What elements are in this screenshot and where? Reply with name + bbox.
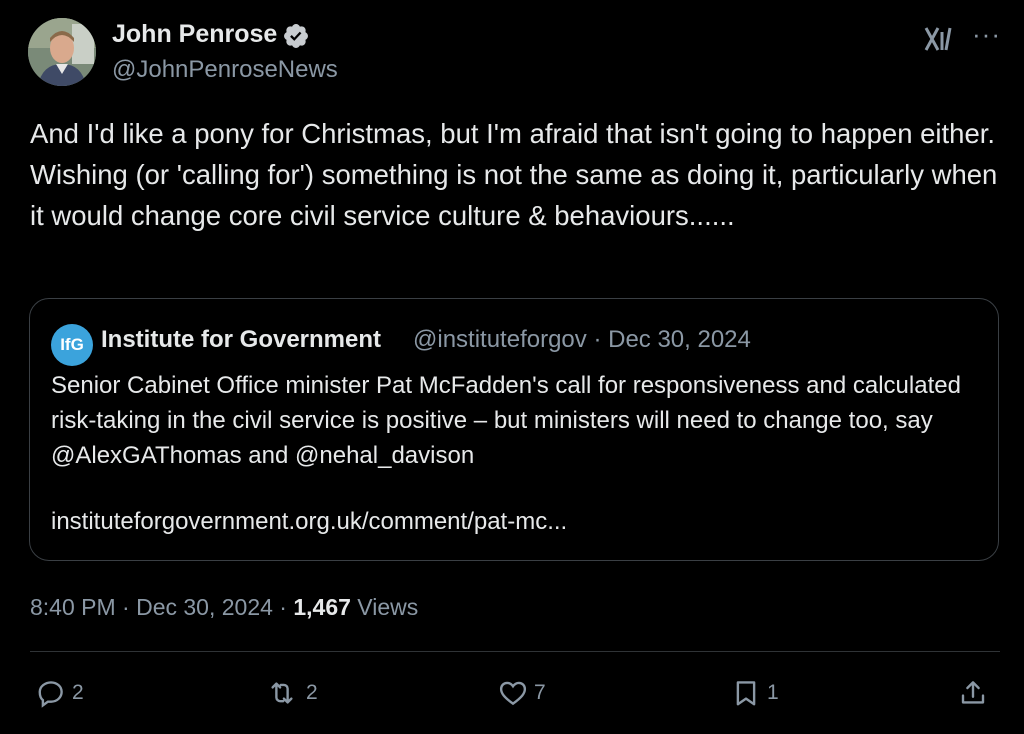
tweet-meta: 8:40 PM · Dec 30, 2024 · 1,467 Views [30,594,418,621]
more-options-icon[interactable]: ··· [972,21,1001,47]
x-logo-icon[interactable] [924,26,954,52]
tweet-text: And I'd like a pony for Christmas, but I… [30,118,998,231]
verified-badge-icon [284,24,308,48]
reply-icon [38,681,63,708]
share-button[interactable] [958,676,988,710]
repost-count: 2 [306,681,318,704]
bookmark-count: 1 [767,681,779,704]
quote-link[interactable]: instituteforgovernment.org.uk/comment/pa… [51,508,567,536]
timestamp[interactable]: 8:40 PM · Dec 30, 2024 · [30,594,293,620]
divider [30,651,1000,652]
author-handle[interactable]: @JohnPenroseNews [112,56,338,84]
like-count: 7 [534,681,546,704]
heart-icon [499,681,527,706]
quote-author-name: Institute for Government [101,326,382,353]
avatar-image [28,18,96,86]
reply-count: 2 [72,681,84,704]
reply-button[interactable]: 2 [36,676,84,710]
bookmark-button[interactable]: 1 [731,676,779,710]
repost-icon [271,682,293,704]
quote-meta: @instituteforgov · Dec 30, 2024 [413,326,751,353]
avatar[interactable] [28,18,96,86]
author-name[interactable]: John Penrose [112,20,277,49]
views-label: Views [350,594,419,620]
quote-avatar: IfG [51,324,93,366]
bookmark-icon [736,681,756,706]
repost-button[interactable]: 2 [264,676,318,710]
quote-text: Senior Cabinet Office minister Pat McFad… [51,372,961,469]
views-count: 1,467 [293,594,351,620]
like-button[interactable]: 7 [498,676,546,710]
share-icon [961,681,985,704]
